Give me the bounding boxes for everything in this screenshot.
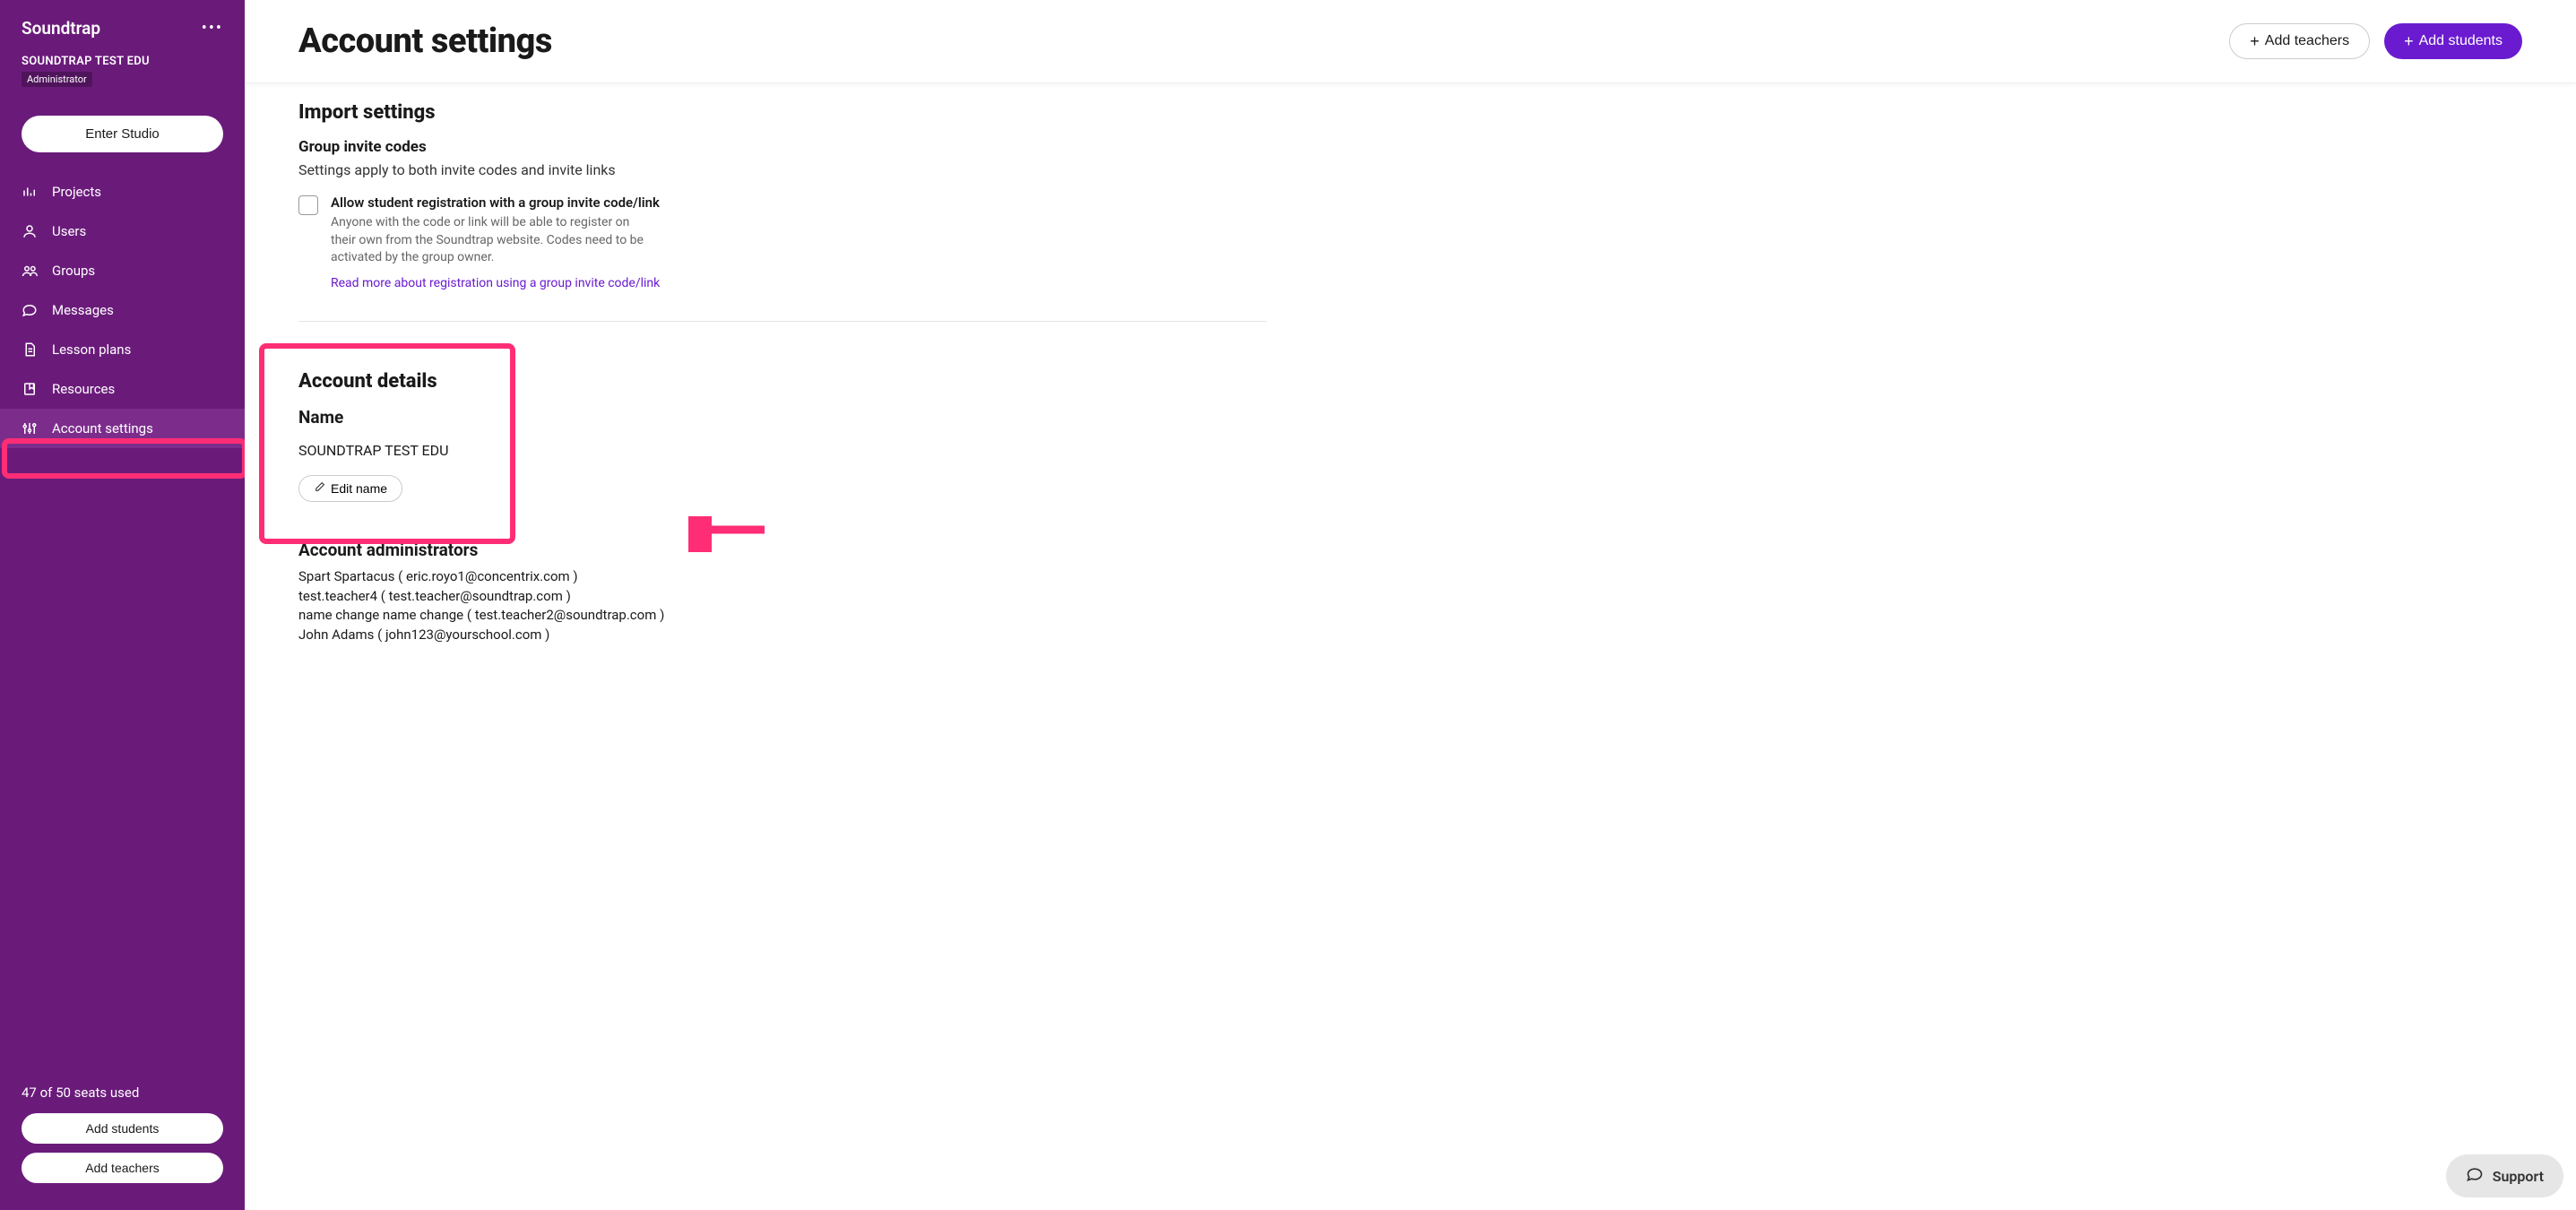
plus-icon: + — [2404, 33, 2414, 49]
section-divider — [298, 321, 1266, 322]
nav-label: Projects — [52, 184, 101, 200]
support-button[interactable]: Support — [2446, 1154, 2563, 1197]
user-icon — [22, 223, 38, 239]
name-label: Name — [298, 407, 1249, 428]
chat-icon — [22, 302, 38, 318]
sidebar-add-students-button[interactable]: Add students — [22, 1113, 223, 1144]
read-more-link[interactable]: Read more about registration using a gro… — [331, 276, 660, 290]
account-admins-title: Account administrators — [298, 540, 1266, 560]
sidebar-add-teachers-button[interactable]: Add teachers — [22, 1153, 223, 1183]
topbar: Account settings + Add teachers + Add st… — [245, 0, 2576, 83]
users-icon — [22, 263, 38, 279]
import-settings-title: Import settings — [298, 101, 1266, 124]
add-teachers-button[interactable]: + Add teachers — [2229, 23, 2370, 59]
nav-users[interactable]: Users — [0, 212, 245, 251]
button-label: Edit name — [331, 481, 387, 496]
admin-entry: name change name change ( test.teacher2@… — [298, 606, 1266, 626]
main-content: Account settings + Add teachers + Add st… — [245, 0, 2576, 1210]
sliders-icon — [22, 420, 38, 436]
nav-label: Groups — [52, 263, 95, 279]
checkbox-label: Allow student registration with a group … — [331, 194, 660, 211]
account-name-value: SOUNDTRAP TEST EDU — [298, 442, 1249, 459]
button-label: Add students — [2419, 33, 2503, 49]
button-label: Add teachers — [2265, 33, 2349, 49]
admin-entry: Spart Spartacus ( eric.royo1@concentrix.… — [298, 567, 1266, 587]
document-icon — [22, 341, 38, 358]
chat-icon — [2466, 1165, 2484, 1187]
admin-entry: John Adams ( john123@yourschool.com ) — [298, 626, 1266, 645]
nav-projects[interactable]: Projects — [0, 172, 245, 212]
page-title: Account settings — [298, 22, 552, 61]
edit-name-button[interactable]: Edit name — [298, 475, 402, 502]
nav-label: Account settings — [52, 420, 153, 436]
more-menu-icon[interactable]: ••• — [202, 19, 223, 38]
nav-label: Messages — [52, 302, 114, 318]
sidebar-nav: Projects Users Groups Messages Lesson pl… — [0, 172, 245, 1074]
seats-used: 47 of 50 seats used — [22, 1085, 223, 1101]
nav-account-settings[interactable]: Account settings — [0, 409, 245, 448]
sidebar: Soundtrap ••• SOUNDTRAP TEST EDU Adminis… — [0, 0, 245, 1210]
plus-icon: + — [2250, 33, 2260, 49]
enter-studio-button[interactable]: Enter Studio — [22, 116, 223, 152]
admin-entry: test.teacher4 ( test.teacher@soundtrap.c… — [298, 587, 1266, 607]
add-students-button[interactable]: + Add students — [2384, 23, 2522, 59]
allow-registration-checkbox[interactable] — [298, 195, 318, 215]
settings-description: Settings apply to both invite codes and … — [298, 161, 1266, 178]
nav-resources[interactable]: Resources — [0, 369, 245, 409]
brand-label: Soundtrap — [22, 18, 100, 39]
nav-lesson-plans[interactable]: Lesson plans — [0, 330, 245, 369]
nav-label: Users — [52, 223, 86, 239]
bookmark-icon — [22, 381, 38, 397]
support-label: Support — [2493, 1168, 2544, 1185]
role-badge: Administrator — [22, 72, 92, 87]
nav-messages[interactable]: Messages — [0, 290, 245, 330]
group-invite-codes-title: Group invite codes — [298, 138, 1266, 156]
nav-label: Lesson plans — [52, 341, 131, 358]
equalizer-icon — [22, 184, 38, 200]
nav-label: Resources — [52, 381, 115, 397]
nav-groups[interactable]: Groups — [0, 251, 245, 290]
org-name: SOUNDTRAP TEST EDU — [22, 55, 223, 68]
checkbox-help-text: Anyone with the code or link will be abl… — [331, 214, 653, 267]
account-details-title: Account details — [298, 370, 1249, 393]
pencil-icon — [314, 481, 325, 496]
